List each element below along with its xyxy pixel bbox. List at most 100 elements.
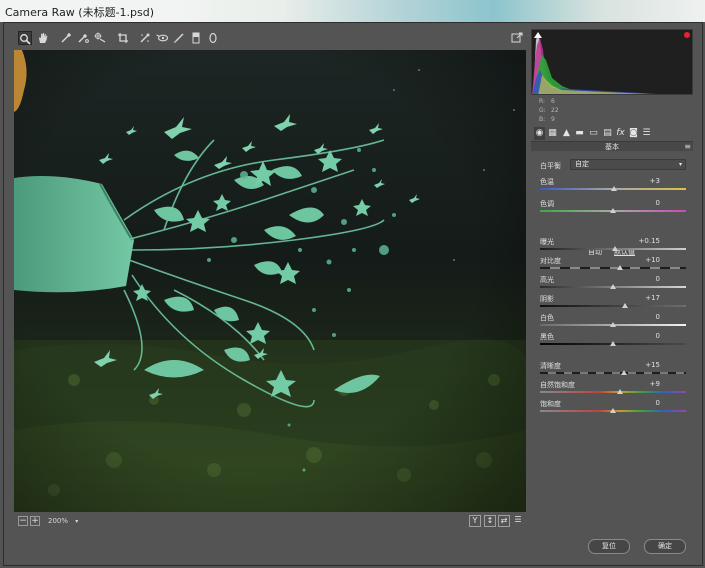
slider-label: 自然饱和度 [540, 381, 575, 389]
readout-value-r: 6 [551, 98, 555, 105]
readout-label-g: G: [539, 107, 546, 114]
slider-contrast[interactable]: 对比度 +10 [540, 256, 686, 274]
slider-value: 0 [655, 399, 660, 407]
slider-thumb[interactable] [622, 303, 629, 308]
presets-icon[interactable]: ☰ [641, 127, 652, 140]
slider-tint[interactable]: 色调 0 [540, 199, 686, 217]
chevron-down-icon: ▾ [678, 161, 682, 168]
readout-label-b: B: [539, 116, 546, 123]
slider-label: 高光 [540, 276, 554, 284]
slider-highlights[interactable]: 高光 0 [540, 275, 686, 293]
slider-value: 0 [655, 313, 660, 321]
zoom-icon[interactable] [18, 31, 32, 45]
zoom-level: 200% [48, 517, 69, 525]
targeted-adjust-icon[interactable] [93, 31, 107, 45]
lens-icon[interactable]: ▤ [602, 127, 613, 140]
slider-temperature[interactable]: 色温 +3 [540, 177, 686, 195]
slider-label: 色调 [540, 200, 554, 208]
slider-label: 黑色 [540, 333, 554, 341]
slider-value: +10 [645, 256, 660, 264]
slider-label: 色温 [540, 178, 554, 186]
red-eye-icon[interactable] [155, 31, 169, 45]
slider-thumb[interactable] [610, 322, 616, 327]
shadow-clip-icon[interactable] [534, 32, 542, 38]
slider-value: +17 [645, 294, 660, 302]
preview-bottom-bar: − + 200% ▾ Y ↕ ⇄ ☰ [14, 514, 526, 528]
adjustment-brush-icon[interactable] [172, 31, 186, 45]
graduated-filter-icon[interactable] [189, 31, 203, 45]
fx-icon[interactable]: fx [615, 127, 626, 140]
camera-raw-window: − + 200% ▾ Y ↕ ⇄ ☰ R: 6 G: 22 B: 9 ◉ ▦ ▲ ▬ … [3, 22, 703, 566]
slider-value: 0 [655, 275, 660, 283]
slider-track[interactable] [540, 372, 686, 374]
slider-label: 阴影 [540, 295, 554, 303]
slider-thumb[interactable] [617, 265, 624, 270]
slider-thumb[interactable] [610, 341, 616, 346]
panel-menu-icon[interactable]: ≡ [684, 142, 691, 151]
hand-icon[interactable] [36, 31, 50, 45]
panel-header: 基本 ≡ [531, 141, 693, 151]
slider-thumb[interactable] [616, 389, 623, 394]
histogram-graph [532, 34, 659, 94]
slider-thumb[interactable] [610, 284, 616, 289]
crop-icon[interactable] [116, 31, 130, 45]
tone-curve-icon[interactable]: ▦ [547, 127, 558, 140]
slider-thumb[interactable] [620, 370, 627, 375]
image-preview[interactable] [14, 50, 526, 512]
slider-clarity[interactable]: 清晰度 +15 [540, 361, 686, 379]
slider-thumb[interactable] [612, 246, 619, 251]
radial-filter-icon[interactable] [206, 31, 220, 45]
fullscreen-icon[interactable] [510, 31, 524, 45]
white-balance-label: 白平衡 [540, 162, 561, 170]
panel-tabs: ◉ ▦ ▲ ▬ ▭ ▤ fx ◙ ☰ [531, 127, 693, 140]
histogram [531, 29, 693, 95]
white-balance-icon[interactable] [59, 31, 73, 45]
reset-button[interactable]: 复位 [588, 539, 630, 554]
slider-value: 0 [655, 199, 660, 207]
slider-whites[interactable]: 白色 0 [540, 313, 686, 331]
readout-value-b: 9 [551, 116, 555, 123]
slider-saturation[interactable]: 饱和度 0 [540, 399, 686, 417]
slider-value: +3 [649, 177, 660, 185]
zoom-out-button[interactable]: − [18, 516, 28, 526]
readout-label-r: R: [539, 98, 546, 105]
slider-track[interactable] [540, 267, 686, 269]
view-settings-button[interactable]: ☰ [512, 515, 524, 527]
slider-thumb[interactable] [610, 208, 616, 213]
ok-button[interactable]: 确定 [644, 539, 686, 554]
detail-icon[interactable]: ▲ [561, 127, 572, 140]
slider-thumb[interactable] [610, 408, 616, 413]
color-sampler-icon[interactable] [76, 31, 90, 45]
camera-calibration-icon[interactable]: ◙ [628, 127, 639, 140]
slider-value: +0.15 [638, 237, 660, 245]
zoom-level-select[interactable]: 200% ▾ [48, 516, 84, 527]
slider-vibrance[interactable]: 自然饱和度 +9 [540, 380, 686, 398]
panel-title: 基本 [605, 143, 619, 151]
slider-thumb[interactable] [611, 186, 618, 191]
slider-label: 对比度 [540, 257, 561, 265]
white-balance-select[interactable]: 自定 ▾ [570, 159, 686, 170]
slider-label: 饱和度 [540, 400, 561, 408]
preview-artwork [14, 50, 526, 512]
slider-exposure[interactable]: 曝光 +0.15 [540, 237, 686, 255]
white-balance-value: 自定 [575, 160, 589, 168]
hsl-icon[interactable]: ▬ [574, 127, 585, 140]
slider-value: 0 [655, 332, 660, 340]
basic-icon[interactable]: ◉ [534, 127, 545, 140]
slider-blacks[interactable]: 黑色 0 [540, 332, 686, 350]
swap-before-after-button[interactable]: ⇄ [498, 515, 510, 527]
slider-track[interactable] [540, 391, 686, 393]
title-bar: Camera Raw (未标题-1.psd) [0, 0, 705, 22]
slider-value: +9 [649, 380, 660, 388]
zoom-in-button[interactable]: + [30, 516, 40, 526]
highlight-clip-icon[interactable] [684, 32, 690, 38]
slider-track[interactable] [540, 305, 686, 307]
spot-removal-icon[interactable] [138, 31, 152, 45]
before-after-button[interactable]: ↕ [484, 515, 496, 527]
slider-shadows[interactable]: 阴影 +17 [540, 294, 686, 312]
chevron-down-icon: ▾ [75, 518, 79, 525]
white-balance-row: 白平衡 自定 ▾ [540, 159, 686, 171]
toolbar [14, 29, 526, 49]
view-mode-y-button[interactable]: Y [469, 515, 481, 527]
split-toning-icon[interactable]: ▭ [588, 127, 599, 140]
